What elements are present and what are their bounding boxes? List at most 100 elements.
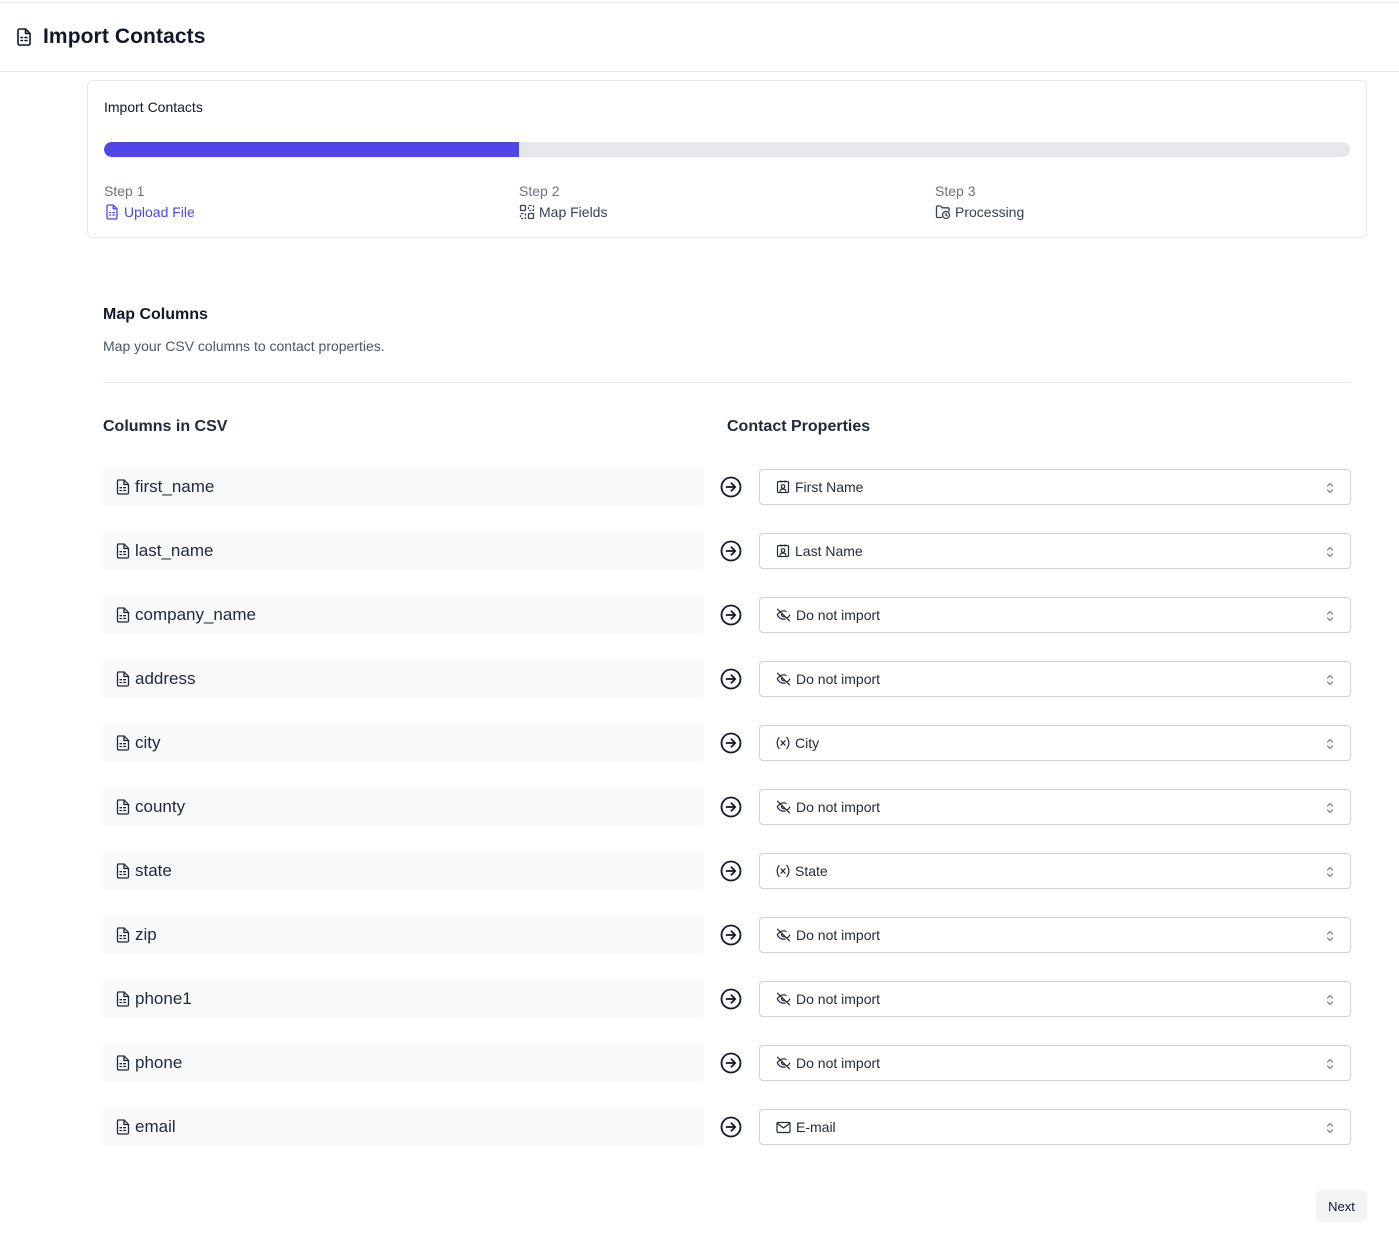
csv-column-field: first_name <box>103 467 704 507</box>
csv-columns-header: Columns in CSV <box>103 418 228 435</box>
csv-column-name: zip <box>135 925 157 944</box>
eye-off-icon <box>776 928 791 942</box>
chevrons-up-down-icon <box>1325 609 1335 623</box>
chevrons-up-down-icon <box>1325 545 1335 559</box>
section-description: Map your CSV columns to contact properti… <box>103 338 385 354</box>
csv-column-field: phone <box>103 1043 704 1083</box>
mapping-row: email E-mail <box>103 1107 1351 1171</box>
property-select-value: City <box>795 735 820 751</box>
variable-icon <box>776 736 790 750</box>
csv-column-name: county <box>135 797 186 816</box>
eye-off-icon <box>776 672 791 686</box>
mapping-row: zip Do not import <box>103 915 1351 979</box>
file-icon <box>116 479 130 495</box>
progress-fill <box>104 142 519 157</box>
chevrons-up-down-icon <box>1325 865 1335 879</box>
property-select[interactable]: Do not import <box>759 789 1351 825</box>
csv-column-name: state <box>135 861 172 880</box>
file-icon <box>116 927 130 943</box>
file-icon <box>104 204 124 220</box>
csv-column-name: last_name <box>135 541 214 560</box>
property-select[interactable]: Do not import <box>759 661 1351 697</box>
eye-off-icon <box>776 608 791 622</box>
property-select[interactable]: Do not import <box>759 917 1351 953</box>
chevrons-up-down-icon <box>1325 993 1335 1007</box>
csv-column-field: last_name <box>103 531 704 571</box>
contact-icon <box>776 480 790 494</box>
property-select[interactable]: City <box>759 725 1351 761</box>
property-select[interactable]: Do not import <box>759 597 1351 633</box>
property-select-value: Do not import <box>796 671 881 687</box>
mapping-rows: first_name First Name last_name Last Name co… <box>103 467 1351 1171</box>
chevrons-up-down-icon <box>1325 801 1335 815</box>
file-icon <box>116 1055 130 1071</box>
file-icon <box>16 28 34 46</box>
mapping-row: county Do not import <box>103 787 1351 851</box>
step-label: Map Fields <box>539 204 608 220</box>
csv-column-field: county <box>103 787 704 827</box>
folder-clock-icon <box>935 204 955 220</box>
chevrons-up-down-icon <box>1325 1057 1335 1071</box>
stepper-title: Import Contacts <box>104 99 203 115</box>
file-icon <box>116 735 130 751</box>
arrow-right-circle-icon <box>720 796 742 818</box>
eye-off-icon <box>776 992 791 1006</box>
arrow-right-circle-icon <box>720 988 742 1010</box>
arrow-right-circle-icon <box>720 924 742 946</box>
mail-icon <box>776 1121 791 1134</box>
csv-column-name: city <box>135 733 161 752</box>
step-map-fields[interactable]: Step 2 Map Fields <box>519 183 607 220</box>
property-select[interactable]: Last Name <box>759 533 1351 569</box>
property-select-value: Do not import <box>796 607 881 623</box>
property-select-value: Do not import <box>796 799 881 815</box>
csv-column-name: address <box>135 669 196 688</box>
property-select[interactable]: State <box>759 853 1351 889</box>
step-upload-file[interactable]: Step 1 Upload File <box>104 183 195 220</box>
file-icon <box>116 863 130 879</box>
property-select-value: State <box>795 863 828 879</box>
chevrons-up-down-icon <box>1325 929 1335 943</box>
page-header: Import Contacts <box>0 2 1399 72</box>
property-select[interactable]: Do not import <box>759 981 1351 1017</box>
csv-column-field: phone1 <box>103 979 704 1019</box>
csv-column-field: email <box>103 1107 704 1147</box>
chevrons-up-down-icon <box>1325 737 1335 751</box>
mapping-row: last_name Last Name <box>103 531 1351 595</box>
csv-column-field: address <box>103 659 704 699</box>
property-select-value: E-mail <box>796 1119 836 1135</box>
step-number: Step 3 <box>935 183 976 199</box>
arrow-right-circle-icon <box>720 540 742 562</box>
property-select[interactable]: Do not import <box>759 1045 1351 1081</box>
mapping-row: first_name First Name <box>103 467 1351 531</box>
csv-column-name: email <box>135 1117 176 1136</box>
csv-column-field: zip <box>103 915 704 955</box>
chevrons-up-down-icon <box>1325 1121 1335 1135</box>
arrow-right-circle-icon <box>720 732 742 754</box>
divider <box>103 382 1351 383</box>
eye-off-icon <box>776 800 791 814</box>
property-select-value: First Name <box>795 479 864 495</box>
file-icon <box>116 607 130 623</box>
import-stepper-card: Import Contacts Step 1 Upload File Step … <box>87 80 1367 238</box>
step-processing[interactable]: Step 3 Processing <box>935 183 1024 220</box>
property-select[interactable]: E-mail <box>759 1109 1351 1145</box>
property-select-value: Last Name <box>795 543 863 559</box>
step-number: Step 2 <box>519 183 560 199</box>
step-label: Processing <box>955 204 1025 220</box>
csv-column-field: state <box>103 851 704 891</box>
next-button[interactable]: Next <box>1316 1190 1367 1222</box>
file-icon <box>116 671 130 687</box>
csv-column-field: company_name <box>103 595 704 635</box>
property-select[interactable]: First Name <box>759 469 1351 505</box>
mapping-row: phone1 Do not import <box>103 979 1351 1043</box>
chevrons-up-down-icon <box>1325 673 1335 687</box>
arrow-right-circle-icon <box>720 668 742 690</box>
csv-column-name: company_name <box>135 605 256 624</box>
mapping-row: state State <box>103 851 1351 915</box>
eye-off-icon <box>776 1056 791 1070</box>
csv-column-name: first_name <box>135 477 215 496</box>
property-select-value: Do not import <box>796 1055 881 1071</box>
mapping-row: phone Do not import <box>103 1043 1351 1107</box>
contact-icon <box>776 544 790 558</box>
chevrons-up-down-icon <box>1325 481 1335 495</box>
